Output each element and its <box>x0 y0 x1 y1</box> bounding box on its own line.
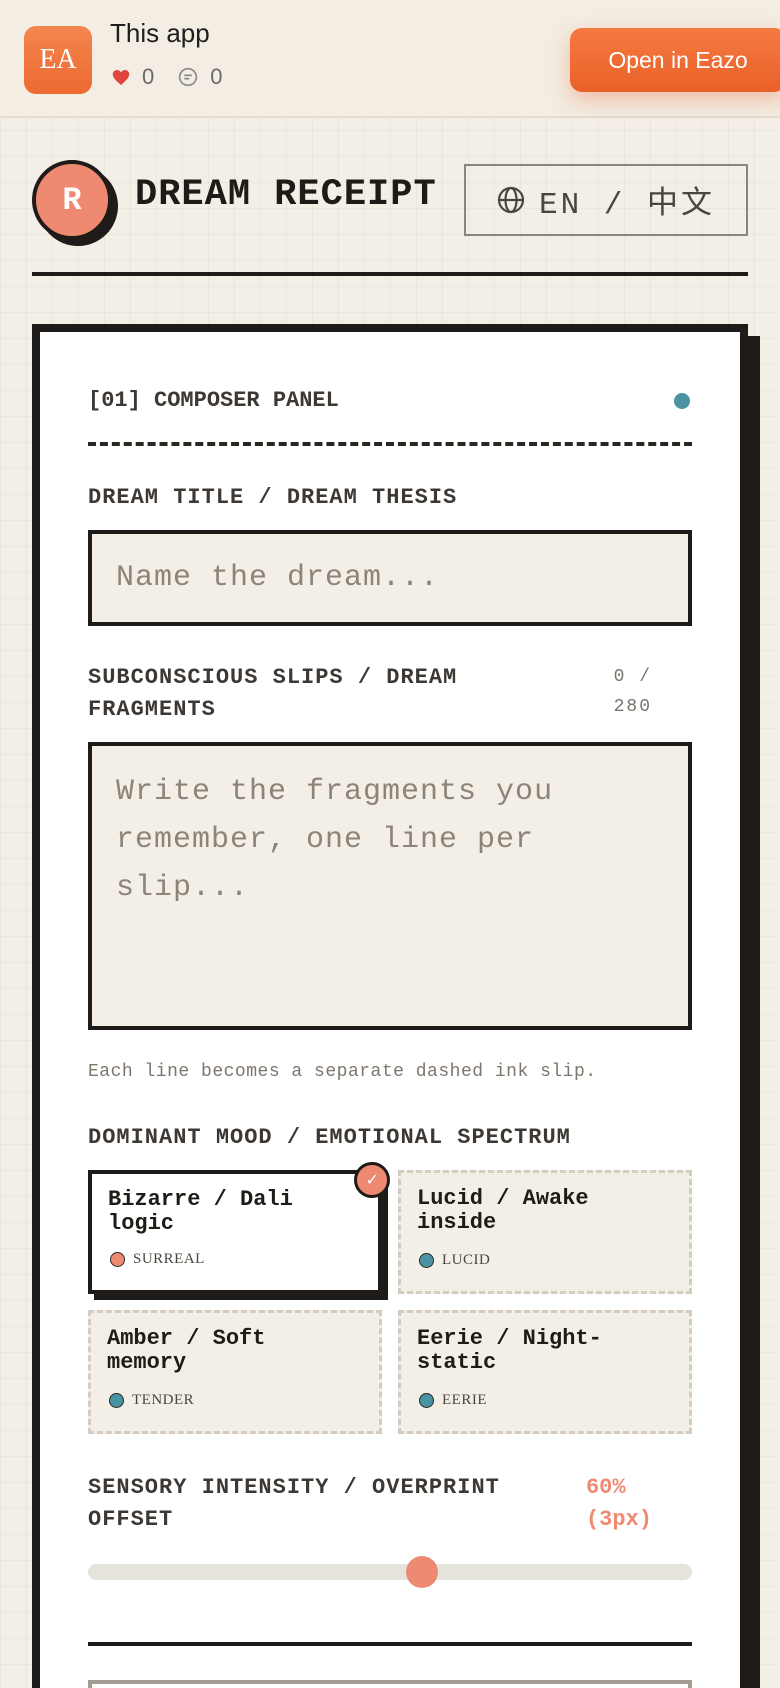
mood-tag-label: EERIE <box>442 1392 487 1408</box>
counter-line: 0 / <box>613 667 652 687</box>
character-counter: 0 / 280 <box>614 662 652 726</box>
comments-count: 0 <box>210 64 223 89</box>
counter-line: 280 <box>613 697 652 717</box>
mood-title-line: memory <box>107 1350 187 1375</box>
likes-count: 0 <box>142 64 155 89</box>
language-toggle-button[interactable]: EN / 中文 <box>464 164 748 236</box>
dream-title-placeholder: Name the dream... <box>116 561 440 595</box>
logo: R <box>32 160 112 240</box>
mood-title-line: Lucid / Awake <box>417 1186 589 1211</box>
mood-title-line: Eerie / Night- <box>417 1326 602 1351</box>
mood-option-lucid[interactable]: Lucid / Awake inside LUCID <box>398 1170 692 1294</box>
page-title: DREAM RECEIPT <box>135 174 437 216</box>
mood-color-dot <box>110 1252 125 1267</box>
fragments-label-line: FRAGMENTS <box>88 697 216 722</box>
mood-tag: SURREAL <box>110 1251 205 1268</box>
mood-title-line: Bizarre / Dali <box>108 1187 293 1212</box>
mood-tag-label: TENDER <box>132 1392 195 1408</box>
intensity-value-line: 60% <box>585 1475 626 1500</box>
status-dot <box>674 392 690 409</box>
intensity-slider[interactable] <box>88 1556 692 1588</box>
dream-fragments-textarea[interactable]: Write the fragments you remember, one li… <box>88 742 692 1030</box>
fragments-label-line: SUBCONSCIOUS SLIPS / DREAM <box>88 665 458 690</box>
mood-option-surreal[interactable]: Bizarre / Dali logic SURREAL ✓ <box>88 1162 390 1294</box>
mood-title-line: logic <box>108 1211 175 1236</box>
slider-thumb[interactable] <box>406 1556 438 1588</box>
dream-title-input[interactable]: Name the dream... <box>88 530 692 626</box>
intensity-label: SENSORY INTENSITY / OVERPRINT OFFSET <box>88 1472 500 1536</box>
fragments-placeholder-line: slip... <box>116 871 250 905</box>
mood-title-line: Amber / Soft <box>107 1326 266 1351</box>
mood-option-eerie[interactable]: Eerie / Night- static EERIE <box>398 1310 692 1434</box>
fragments-hint: Each line becomes a separate dashed ink … <box>88 1062 597 1082</box>
fragments-placeholder-line: Write the fragments you <box>116 775 554 809</box>
mood-color-dot <box>109 1393 124 1408</box>
app-stats: 0 0 <box>112 64 247 90</box>
mood-option-tender[interactable]: Amber / Soft memory TENDER <box>88 1310 382 1434</box>
heart-icon <box>112 69 130 85</box>
intensity-label-line: OFFSET <box>88 1507 174 1532</box>
mood-tag-label: SURREAL <box>133 1251 205 1267</box>
intensity-value-line: (3px) <box>585 1507 652 1532</box>
intensity-header: SENSORY INTENSITY / OVERPRINT OFFSET 60%… <box>88 1472 692 1536</box>
fragments-header: SUBCONSCIOUS SLIPS / DREAM FRAGMENTS 0 /… <box>88 662 692 726</box>
checkmark-icon: ✓ <box>354 1162 390 1198</box>
app-icon: EA <box>24 26 92 94</box>
mood-title: Amber / Soft memory <box>107 1327 363 1375</box>
fragments-placeholder-line: remember, one line per <box>116 823 535 857</box>
mood-title: Lucid / Awake inside <box>417 1187 673 1235</box>
dream-title-label: DREAM TITLE / DREAM THESIS <box>88 485 458 510</box>
comment-icon <box>179 67 198 87</box>
dashed-divider <box>88 442 692 446</box>
composer-panel: [01] COMPOSER PANEL DREAM TITLE / DREAM … <box>32 324 748 1688</box>
mood-tag: TENDER <box>109 1392 194 1409</box>
likes-stat[interactable]: 0 <box>112 64 154 90</box>
mood-options: Bizarre / Dali logic SURREAL ✓ Lucid / A… <box>88 1162 692 1434</box>
mood-tag: EERIE <box>419 1392 487 1409</box>
intensity-value: 60% (3px) <box>586 1472 652 1536</box>
fragments-label: SUBCONSCIOUS SLIPS / DREAM FRAGMENTS <box>88 662 457 726</box>
language-toggle-label: EN / 中文 <box>538 188 715 223</box>
panel-heading: [01] COMPOSER PANEL <box>88 388 339 413</box>
app-banner: EA This app 0 0 Open in Eazo <box>0 0 780 118</box>
panel-header: [01] COMPOSER PANEL <box>88 388 692 413</box>
mood-color-dot <box>419 1393 434 1408</box>
comments-stat[interactable]: 0 <box>178 64 223 90</box>
mood-title-line: static <box>417 1350 497 1375</box>
globe-icon <box>497 186 525 214</box>
header-divider <box>32 272 748 276</box>
mood-title: Bizarre / Dali logic <box>108 1188 362 1236</box>
mood-tag-label: LUCID <box>442 1252 491 1268</box>
mood-label: DOMINANT MOOD / EMOTIONAL SPECTRUM <box>88 1125 571 1150</box>
generate-button[interactable] <box>88 1680 692 1688</box>
mood-title-line: inside <box>417 1210 497 1235</box>
mood-color-dot <box>419 1253 434 1268</box>
app-name: This app <box>110 18 210 48</box>
panel-bottom-divider <box>88 1642 692 1646</box>
mood-tag: LUCID <box>419 1252 490 1269</box>
open-in-eazo-button[interactable]: Open in Eazo <box>570 28 780 92</box>
intensity-label-line: SENSORY INTENSITY / OVERPRINT <box>88 1475 500 1500</box>
mood-title: Eerie / Night- static <box>417 1327 673 1375</box>
